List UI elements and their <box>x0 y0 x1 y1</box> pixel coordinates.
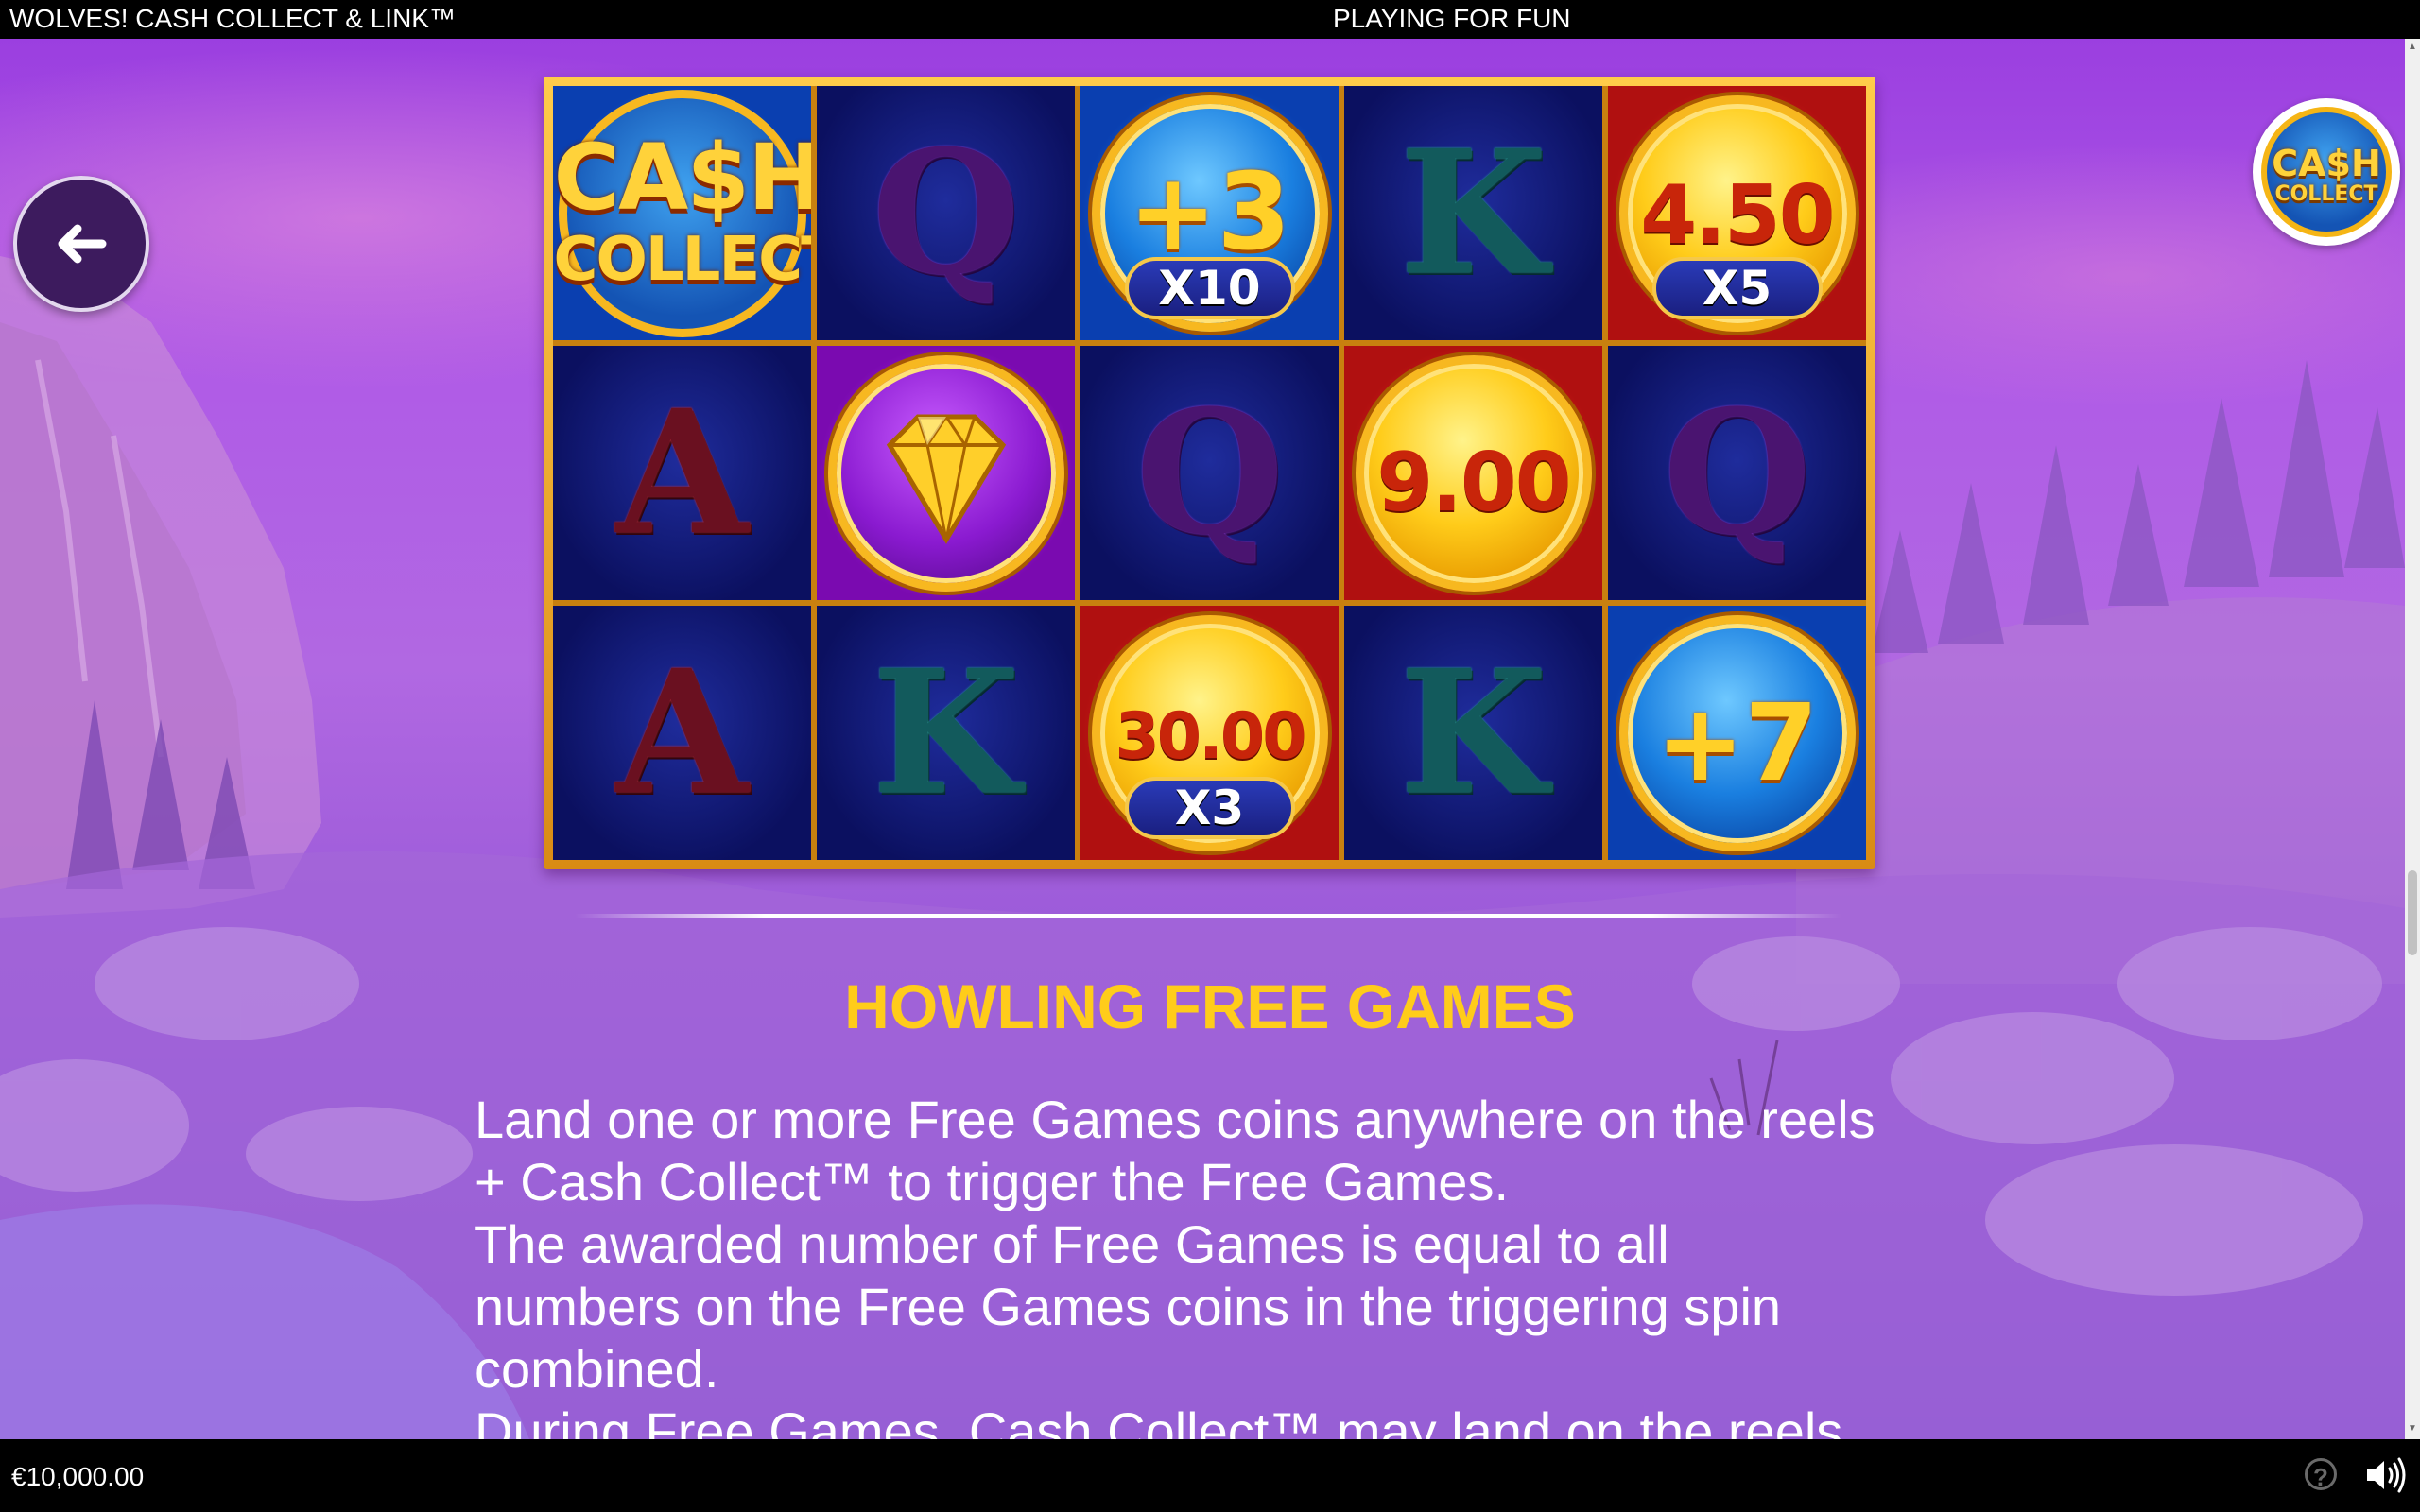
cash-collect-word-2: COLLECT <box>553 224 812 295</box>
card-symbol-k: K <box>1399 633 1547 833</box>
scroll-down-arrow-icon[interactable]: ▼ <box>2408 1424 2417 1434</box>
reel-cell: Q <box>1080 346 1339 600</box>
rules-line: + Cash Collect™ to trigger the Free Game… <box>475 1152 1509 1211</box>
reel-cell <box>817 346 1075 600</box>
coin-value: 4.50 <box>1640 167 1835 263</box>
reel-cell: Q <box>1608 346 1866 600</box>
rules-line: The awarded number of Free Games is equa… <box>475 1214 1669 1274</box>
top-bar: WOLVES! CASH COLLECT & LINK™ PLAYING FOR… <box>0 0 2420 39</box>
reel-cell: +7 <box>1608 606 1866 860</box>
cash-coin: 30.00 X3 <box>1091 614 1328 851</box>
free-games-coin: +3 X10 <box>1091 94 1328 332</box>
reel-cell: CA$H COLLECT <box>553 86 811 340</box>
bottom-bar: €10,000.00 ? <box>0 1439 2420 1512</box>
rules-line: Land one or more Free Games coins anywhe… <box>475 1090 1876 1149</box>
card-symbol-a: A <box>615 373 749 573</box>
reel-cell: K <box>1344 606 1602 860</box>
reel-cell: 9.00 <box>1344 346 1602 600</box>
balance-display: €10,000.00 <box>11 1462 145 1491</box>
section-title: HOWLING FREE GAMES <box>844 971 1576 1041</box>
speaker-icon[interactable] <box>2365 1456 2407 1494</box>
card-symbol-k: K <box>1399 113 1547 313</box>
cash-collect-word-1: CA$H <box>553 124 812 231</box>
reel-grid-example: CA$H COLLECT Q +3 X10 K 4.50 X5 A <box>544 77 1876 869</box>
free-games-count: +3 <box>1128 150 1291 274</box>
multiplier-badge: X5 <box>1651 256 1823 319</box>
reel-cell: 4.50 X5 <box>1608 86 1866 340</box>
reel-cell: Q <box>817 86 1075 340</box>
scrollbar-thumb[interactable] <box>2408 870 2417 955</box>
reel-cell: A <box>553 346 811 600</box>
play-mode-label: PLAYING FOR FUN <box>1333 4 1571 33</box>
scroll-up-arrow-icon[interactable]: ▲ <box>2408 43 2417 52</box>
rules-line: numbers on the Free Games coins in the t… <box>475 1277 1782 1336</box>
cash-coin: 9.00 <box>1355 354 1592 592</box>
logo-line-1: CA$H <box>2272 143 2381 184</box>
rules-line: During Free Games, Cash Collect™ may lan… <box>475 1401 1843 1439</box>
diamond-coin <box>827 354 1064 592</box>
diamond-icon <box>886 413 1006 544</box>
logo-line-2: COLLECT <box>2274 182 2378 206</box>
cash-collect-logo: CA$H COLLECT <box>2253 98 2400 246</box>
scrollbar[interactable]: ▲ ▼ <box>2405 39 2420 1439</box>
card-symbol-q: Q <box>1135 373 1284 573</box>
reel-cell: +3 X10 <box>1080 86 1339 340</box>
game-title: WOLVES! CASH COLLECT & LINK™ <box>9 4 456 33</box>
question-mark-icon[interactable]: ? <box>2305 1458 2337 1491</box>
cash-collect-symbol: CA$H COLLECT <box>554 89 811 337</box>
reel-cell: 30.00 X3 <box>1080 606 1339 860</box>
section-divider <box>575 914 1841 918</box>
cash-coin: 4.50 X5 <box>1618 94 1856 332</box>
back-button[interactable] <box>13 176 149 312</box>
reel-cell: A <box>553 606 811 860</box>
card-symbol-a: A <box>615 633 749 833</box>
multiplier-badge: X10 <box>1124 256 1295 319</box>
reel-cell: K <box>817 606 1075 860</box>
card-symbol-k: K <box>872 633 1020 833</box>
card-symbol-q: Q <box>872 113 1020 313</box>
multiplier-badge: X3 <box>1124 776 1295 839</box>
rules-line: combined. <box>475 1339 719 1399</box>
arrow-left-icon <box>58 224 107 264</box>
free-games-count: +7 <box>1655 681 1819 805</box>
free-games-coin: +7 <box>1618 614 1856 851</box>
coin-value: 9.00 <box>1376 435 1571 530</box>
rules-text: Land one or more Free Games coins anywhe… <box>475 1089 1959 1439</box>
card-symbol-q: Q <box>1663 373 1811 573</box>
reel-cell: K <box>1344 86 1602 340</box>
coin-value: 30.00 <box>1115 698 1306 774</box>
